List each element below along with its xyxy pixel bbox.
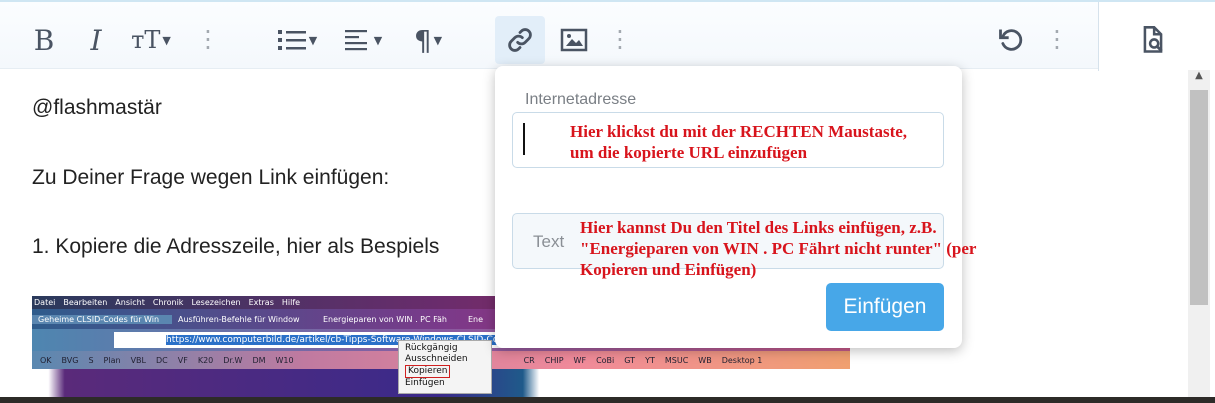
text-size-button[interactable]: тT ▼ [124, 16, 178, 64]
preview-section [1098, 2, 1215, 71]
bookmark: MSUC [664, 355, 689, 365]
annotation-line: "Energieparen von WIN . PC Fährt nicht r… [580, 239, 977, 258]
annotation-line: Kopieren und Einfügen) [580, 260, 757, 279]
bookmark: WB [698, 355, 712, 365]
link-button[interactable] [495, 16, 545, 64]
menu-item: Hilfe [281, 298, 301, 307]
menu-item: Lesezeichen [191, 298, 241, 307]
menu-item: Bearbeiten [63, 298, 108, 307]
bookmark: GT [624, 355, 636, 365]
more-options-button[interactable]: · · · [1049, 16, 1065, 64]
context-menu: Rückgängig Ausschneiden Kopieren Einfüge… [398, 340, 492, 394]
vertical-dots-icon: · · · [1053, 18, 1061, 62]
bookmark: DM [252, 355, 266, 365]
scrollbar-thumb[interactable] [1190, 90, 1208, 305]
align-button[interactable]: ▼ [338, 16, 388, 64]
annotation-url: Hier klickst du mit der RECHTEN Maustast… [570, 121, 907, 163]
preview-icon [1143, 26, 1163, 53]
more-insert-button[interactable]: · · · [612, 16, 628, 64]
annotation-line: um die kopierte URL einzufügen [570, 143, 808, 162]
paragraph-text: 1. Kopiere die Adresszeile, hier als Bes… [32, 235, 440, 258]
menu-item: Extras [248, 298, 274, 307]
paragraph-button[interactable]: ¶ ▼ [404, 16, 452, 64]
context-menu-item: Ausschneiden [405, 354, 468, 364]
paragraph-text: Zu Deiner Frage wegen Link einfügen: [32, 166, 390, 189]
bookmark: WF [573, 355, 587, 365]
image-button[interactable] [556, 16, 592, 64]
browser-tab: Ene [468, 314, 484, 324]
insert-button[interactable]: Einfügen [826, 283, 944, 331]
italic-icon: I [90, 23, 102, 57]
undo-button[interactable] [994, 16, 1028, 64]
annotation-line: Hier klickst du mit der RECHTEN Maustast… [570, 122, 908, 141]
paragraph-icon: ¶ [413, 23, 432, 57]
bottom-edge [0, 397, 1215, 403]
undo-icon [999, 29, 1023, 51]
vertical-dots-icon: · · · [616, 18, 624, 62]
bookmark: VBL [130, 355, 146, 365]
bookmark: S [88, 355, 94, 365]
menu-item: Ansicht [115, 298, 145, 307]
bookmark: Dr.W [223, 355, 243, 365]
list-icon [277, 30, 306, 50]
vertical-dots-icon: · · · [204, 18, 212, 62]
bold-icon: B [33, 23, 55, 57]
image-icon [560, 28, 588, 52]
more-options-button[interactable]: · · · [200, 16, 216, 64]
bookmark: CHIP [544, 355, 564, 365]
bookmark: Desktop 1 [721, 355, 763, 365]
annotation-text: Hier kannst Du den Titel des Links einfü… [580, 217, 976, 280]
context-menu-item: Rückgängig [405, 343, 458, 353]
browser-tab: Geheime CLSID-Codes für Win [32, 314, 172, 324]
context-menu-item: Einfügen [405, 378, 445, 388]
caret-down-icon: ▼ [162, 33, 171, 47]
italic-button[interactable]: I [80, 16, 112, 64]
preview-button[interactable] [1133, 16, 1173, 64]
caret-down-icon: ▼ [373, 33, 383, 47]
bookmark: YT [645, 355, 655, 365]
caret-down-icon: ▼ [308, 33, 318, 47]
list-button[interactable]: ▼ [272, 16, 322, 64]
bookmark: VF [177, 355, 188, 365]
browser-tab: Ausführen-Befehle für Window [178, 314, 300, 324]
bookmark: Plan [103, 355, 121, 365]
text-placeholder: Text [533, 232, 565, 251]
link-icon [508, 28, 532, 52]
scroll-up-arrow-icon[interactable]: ▲ [1188, 70, 1210, 86]
bookmark: DC [156, 355, 168, 365]
mention-text: @flashmastär [32, 96, 162, 119]
annotation-line: Hier kannst Du den Titel des Links einfü… [580, 218, 937, 237]
text-cursor [523, 123, 525, 155]
insert-link-popup: Internetadresse Hier klickst du mit der … [495, 66, 976, 348]
bookmark: OK [40, 355, 52, 365]
caret-down-icon: ▼ [433, 33, 443, 47]
url-label: Internetadresse [525, 91, 637, 108]
bookmark: BVG [61, 355, 79, 365]
menu-item: Datei [34, 298, 56, 307]
bookmark: W10 [275, 355, 294, 365]
browser-tab: Energieparen von WIN . PC Fäh [323, 314, 447, 324]
editor-toolbar: B I тT ▼ · · · ▼ ▼ ¶ ▼ · · · · · · [0, 0, 1215, 71]
text-size-icon: тT [131, 26, 161, 54]
bookmark: CoBi [596, 355, 615, 365]
scrollbar[interactable]: ▲ [1188, 70, 1210, 397]
align-left-icon [344, 30, 367, 51]
bookmark: CR [523, 355, 535, 365]
bold-button[interactable]: B [28, 16, 60, 64]
context-menu-item: Kopieren [405, 365, 451, 378]
menu-item: Chronik [152, 298, 184, 307]
bookmark: K20 [197, 355, 214, 365]
